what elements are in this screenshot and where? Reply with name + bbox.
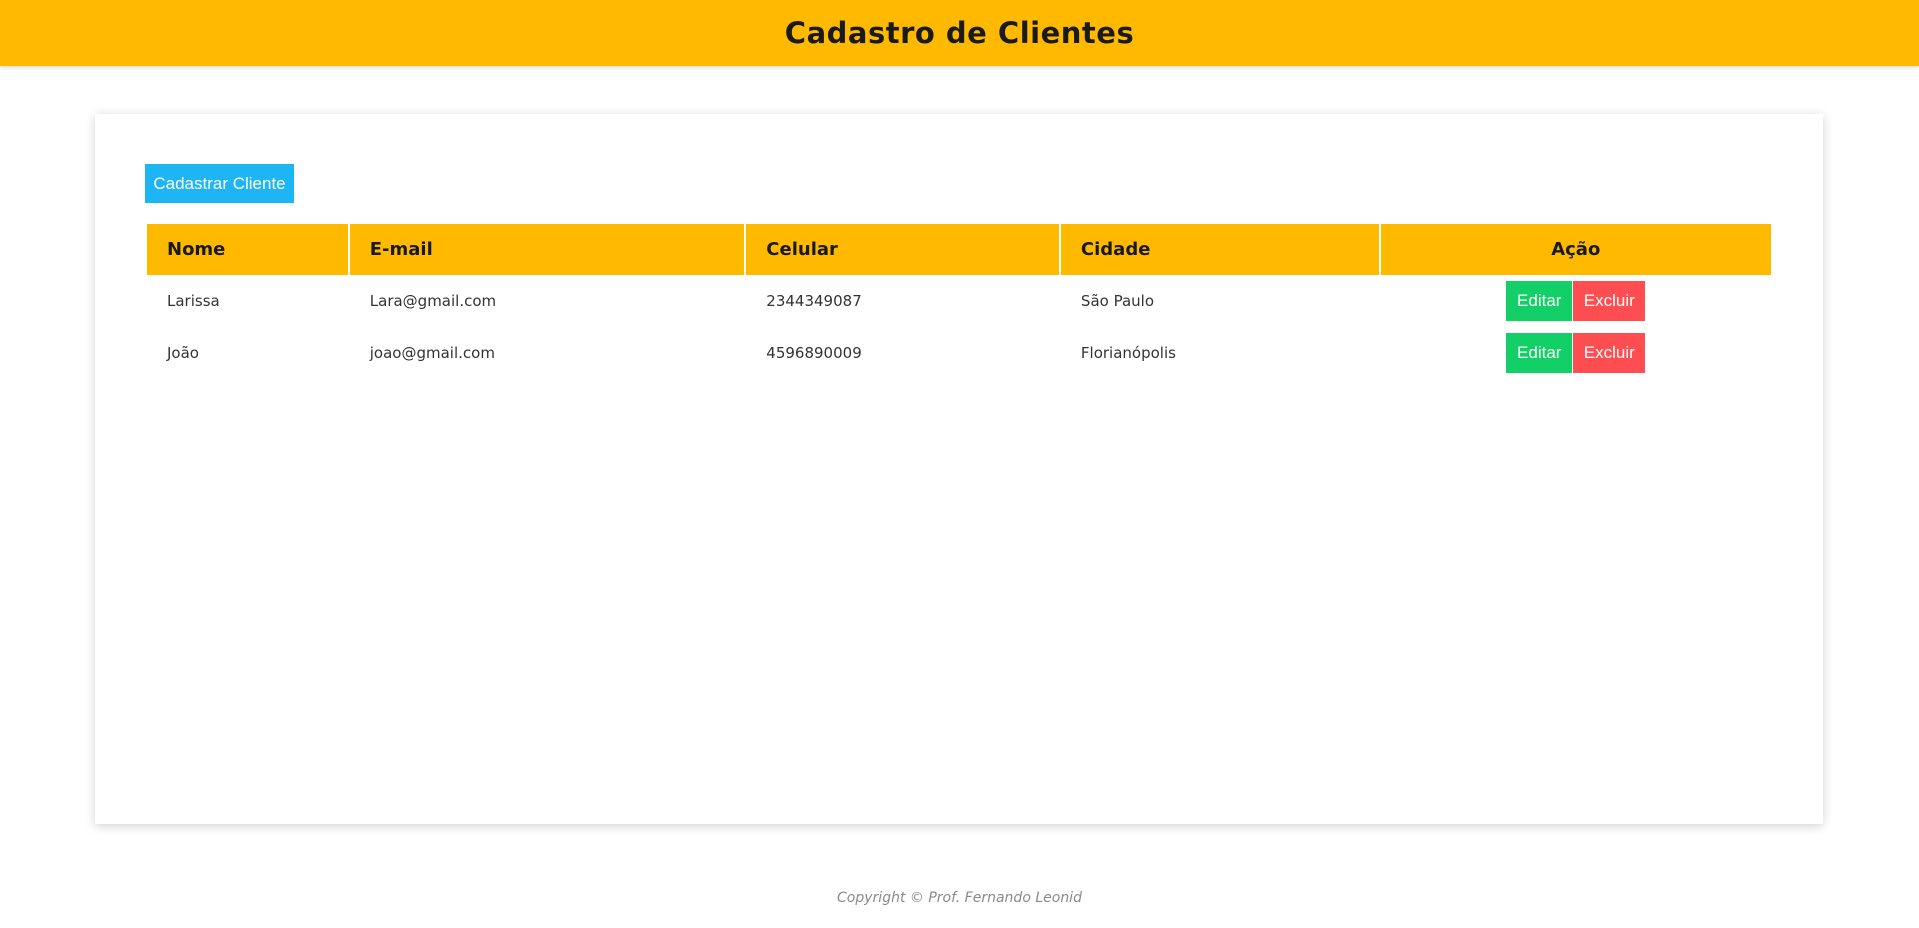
clients-card: Cadastrar Cliente Nome E-mail Celular Ci…	[95, 114, 1823, 824]
edit-button[interactable]: Editar	[1506, 333, 1573, 373]
column-header-celular: Celular	[746, 224, 1059, 275]
column-header-acao: Ação	[1380, 224, 1771, 275]
cell-celular: 2344349087	[766, 292, 862, 310]
clients-table: Nome E-mail Celular Cidade Ação Larissa …	[145, 224, 1773, 379]
edit-button[interactable]: Editar	[1506, 281, 1573, 321]
delete-button[interactable]: Excluir	[1573, 333, 1646, 373]
cell-nome: Larissa	[167, 292, 220, 310]
add-client-button[interactable]: Cadastrar Cliente	[145, 164, 294, 203]
column-header-cidade: Cidade	[1060, 224, 1379, 275]
cell-acao: Editar Excluir	[1381, 275, 1771, 327]
column-header-nome: Nome	[147, 224, 348, 275]
table-header-row: Nome E-mail Celular Cidade Ação	[147, 224, 1771, 275]
footer-copyright: Copyright © Prof. Fernando Leonid	[837, 890, 1082, 906]
cell-cidade: Florianópolis	[1080, 344, 1176, 362]
table-row: João joao@gmail.com 4596890009 Florianóp…	[147, 327, 1771, 379]
delete-button[interactable]: Excluir	[1573, 281, 1646, 321]
page-title: Cadastro de Clientes	[784, 16, 1135, 50]
cell-email: joao@gmail.com	[369, 344, 495, 362]
cell-acao: Editar Excluir	[1381, 327, 1771, 379]
cell-celular: 4596890009	[766, 344, 862, 362]
cell-cidade: São Paulo	[1080, 292, 1154, 310]
table-row: Larissa Lara@gmail.com 2344349087 São Pa…	[147, 275, 1771, 327]
cell-nome: João	[167, 344, 199, 362]
app-header: Cadastro de Clientes	[0, 0, 1919, 66]
cell-email: Lara@gmail.com	[369, 292, 497, 310]
column-header-email: E-mail	[349, 224, 745, 275]
